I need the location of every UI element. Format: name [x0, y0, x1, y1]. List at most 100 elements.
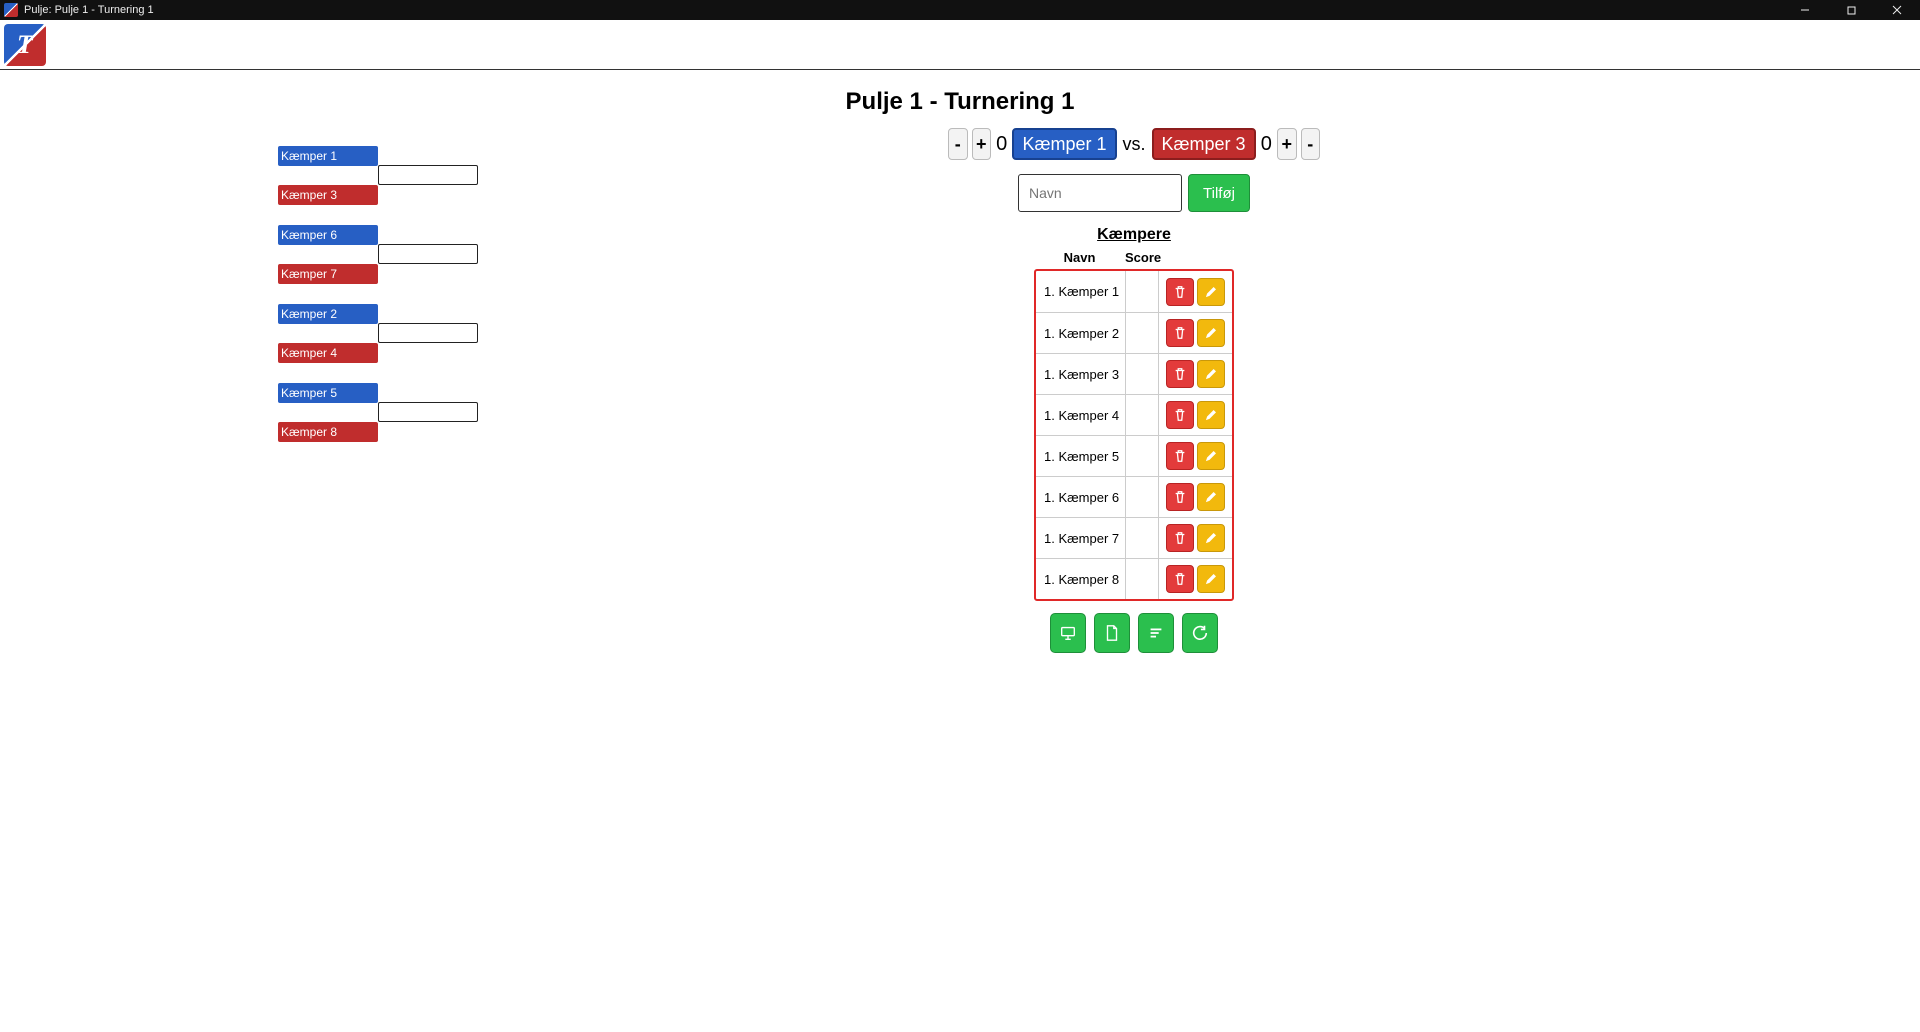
right-minus-button[interactable]: - [1301, 128, 1321, 160]
bracket-slot-blue[interactable]: Kæmper 6 [278, 225, 378, 245]
right-score: 0 [1260, 128, 1273, 160]
bracket-slot-blue[interactable]: Kæmper 2 [278, 304, 378, 324]
window-title: Pulje: Pulje 1 - Turnering 1 [24, 4, 154, 16]
minimize-icon [1799, 4, 1811, 16]
app-small-icon [4, 3, 18, 17]
export-button[interactable] [1094, 613, 1130, 653]
edit-fighter-button[interactable] [1197, 401, 1225, 429]
close-icon [1891, 4, 1903, 16]
fighter-score-cell [1126, 313, 1159, 353]
bracket-winner-box[interactable] [378, 244, 478, 264]
fighter-label: 1. Kæmper 2 [1036, 313, 1126, 353]
delete-fighter-button[interactable] [1166, 360, 1194, 388]
delete-fighter-button[interactable] [1166, 319, 1194, 347]
edit-fighter-button[interactable] [1197, 524, 1225, 552]
vs-label: vs. [1121, 128, 1148, 160]
fighter-score-cell [1126, 436, 1159, 476]
trash-icon [1173, 408, 1187, 422]
add-fighter-button[interactable]: Tilføj [1188, 174, 1250, 212]
bracket-winner-box[interactable] [378, 323, 478, 343]
window-close-button[interactable] [1874, 0, 1920, 20]
pencil-icon [1204, 408, 1218, 422]
app-logo-letter: T [17, 30, 33, 60]
delete-fighter-button[interactable] [1166, 524, 1194, 552]
fighter-label: 1. Kæmper 5 [1036, 436, 1126, 476]
fighter-name-input[interactable] [1018, 174, 1182, 212]
table-row: 1. Kæmper 7 [1036, 517, 1232, 558]
maximize-icon [1846, 5, 1857, 16]
scoreboard: - + 0 Kæmper 1 vs. Kæmper 3 0 + - [948, 128, 1320, 160]
bracket-slot-red[interactable]: Kæmper 7 [278, 264, 378, 284]
monitor-icon [1059, 624, 1077, 642]
bottom-actions [1050, 613, 1218, 653]
edit-fighter-button[interactable] [1197, 278, 1225, 306]
fighter-score-cell [1126, 559, 1159, 599]
bracket-match: Kæmper 1 Kæmper 3 [278, 146, 478, 205]
trash-icon [1173, 449, 1187, 463]
page-title: Pulje 1 - Turnering 1 [0, 88, 1920, 116]
table-row: 1. Kæmper 3 [1036, 353, 1232, 394]
window-maximize-button[interactable] [1828, 0, 1874, 20]
table-row: 1. Kæmper 8 [1036, 558, 1232, 599]
file-icon [1103, 624, 1121, 642]
bracket-slot-red[interactable]: Kæmper 8 [278, 422, 378, 442]
fighter-score-cell [1126, 477, 1159, 517]
bracket-match: Kæmper 2 Kæmper 4 [278, 304, 478, 363]
trash-icon [1173, 285, 1187, 299]
trash-icon [1173, 490, 1187, 504]
right-fighter-tag[interactable]: Kæmper 3 [1152, 128, 1256, 160]
bracket-slot-red[interactable]: Kæmper 4 [278, 343, 378, 363]
left-minus-button[interactable]: - [948, 128, 968, 160]
display-button[interactable] [1050, 613, 1086, 653]
table-row: 1. Kæmper 1 [1036, 271, 1232, 312]
edit-fighter-button[interactable] [1197, 565, 1225, 593]
left-fighter-tag[interactable]: Kæmper 1 [1012, 128, 1116, 160]
table-row: 1. Kæmper 5 [1036, 435, 1232, 476]
bracket-winner-box[interactable] [378, 165, 478, 185]
bracket-winner-box[interactable] [378, 402, 478, 422]
app-logo[interactable]: T [4, 24, 46, 66]
col-name: Navn [1034, 250, 1125, 265]
refresh-button[interactable] [1182, 613, 1218, 653]
pencil-icon [1204, 367, 1218, 381]
pencil-icon [1204, 285, 1218, 299]
pencil-icon [1204, 572, 1218, 586]
edit-fighter-button[interactable] [1197, 360, 1225, 388]
bracket-match: Kæmper 6 Kæmper 7 [278, 225, 478, 284]
fighters-head-row: Navn Score [1034, 250, 1234, 265]
fighter-label: 1. Kæmper 8 [1036, 559, 1126, 599]
delete-fighter-button[interactable] [1166, 401, 1194, 429]
left-plus-button[interactable]: + [972, 128, 992, 160]
left-score: 0 [995, 128, 1008, 160]
delete-fighter-button[interactable] [1166, 483, 1194, 511]
bracket-slot-red[interactable]: Kæmper 3 [278, 185, 378, 205]
fighter-label: 1. Kæmper 7 [1036, 518, 1126, 558]
delete-fighter-button[interactable] [1166, 278, 1194, 306]
pencil-icon [1204, 490, 1218, 504]
window-titlebar: Pulje: Pulje 1 - Turnering 1 [0, 0, 1920, 20]
window-minimize-button[interactable] [1782, 0, 1828, 20]
fighter-label: 1. Kæmper 6 [1036, 477, 1126, 517]
trash-icon [1173, 367, 1187, 381]
fighter-score-cell [1126, 395, 1159, 435]
delete-fighter-button[interactable] [1166, 442, 1194, 470]
sort-button[interactable] [1138, 613, 1174, 653]
edit-fighter-button[interactable] [1197, 319, 1225, 347]
edit-fighter-button[interactable] [1197, 442, 1225, 470]
fighter-label: 1. Kæmper 4 [1036, 395, 1126, 435]
fighter-score-cell [1126, 354, 1159, 394]
edit-fighter-button[interactable] [1197, 483, 1225, 511]
delete-fighter-button[interactable] [1166, 565, 1194, 593]
trash-icon [1173, 572, 1187, 586]
fighter-score-cell [1126, 271, 1159, 312]
pencil-icon [1204, 531, 1218, 545]
pencil-icon [1204, 326, 1218, 340]
bars-icon [1147, 624, 1165, 642]
bracket-slot-blue[interactable]: Kæmper 1 [278, 146, 378, 166]
bracket-slot-blue[interactable]: Kæmper 5 [278, 383, 378, 403]
fighter-score-cell [1126, 518, 1159, 558]
right-plus-button[interactable]: + [1277, 128, 1297, 160]
table-row: 1. Kæmper 2 [1036, 312, 1232, 353]
fighters-table: 1. Kæmper 1 1. Kæmper 2 1. Kæmper 3 [1034, 269, 1234, 601]
pencil-icon [1204, 449, 1218, 463]
